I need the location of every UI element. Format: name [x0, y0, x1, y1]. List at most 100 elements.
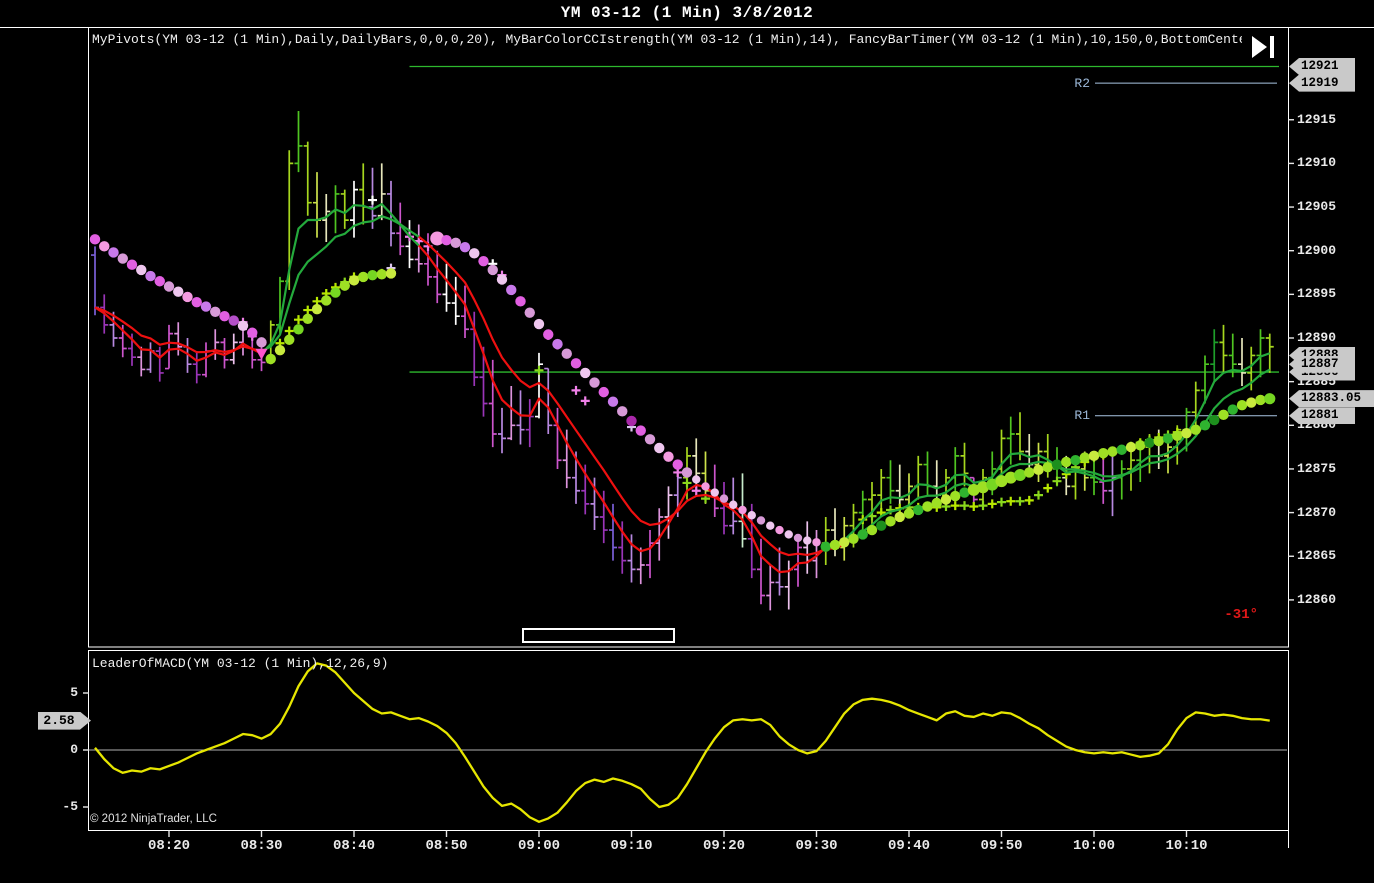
trend-dot [163, 281, 175, 292]
trend-dot [1033, 464, 1044, 476]
ma-line-down [418, 235, 845, 557]
trend-dot [561, 348, 572, 359]
ohlc-bar [1219, 324, 1228, 373]
trend-dot [570, 358, 582, 369]
go-to-last-bar-icon[interactable] [1252, 36, 1276, 58]
trend-dot [108, 247, 119, 258]
trend-dot [376, 269, 387, 280]
ohlc-bar [932, 460, 941, 504]
trend-dot [284, 334, 295, 345]
ohlc-bar [433, 250, 442, 304]
trend-dot [803, 536, 812, 545]
trend-dot [154, 276, 165, 287]
trend-dot [894, 511, 905, 523]
trend-dot [820, 541, 831, 552]
macd-y-axis-label: 5 [70, 685, 78, 700]
trend-dot [793, 533, 803, 543]
ohlc-bar [498, 407, 506, 454]
trend-dot [839, 537, 850, 548]
trend-dot [829, 539, 841, 551]
y-axis-label: 12910 [1297, 155, 1337, 171]
trend-dot [607, 396, 619, 407]
chart-canvas[interactable] [0, 0, 1374, 883]
x-axis-label: 08:40 [332, 838, 375, 854]
trend-dot [210, 306, 221, 318]
trend-dot [848, 533, 859, 544]
y-axis-label: 12915 [1297, 111, 1337, 127]
trend-dot [635, 425, 646, 436]
chart-window: YM 03-12 (1 Min) 3/8/2012 MyPivots(YM 03… [0, 0, 1374, 883]
y-axis-label: 12875 [1297, 460, 1337, 476]
trend-dot [441, 235, 452, 246]
trend-dot [367, 269, 378, 281]
trend-dot [701, 482, 710, 491]
ohlc-bar [895, 464, 904, 509]
trend-dot [1088, 450, 1100, 462]
trend-dot [1153, 435, 1164, 447]
trend-dot [950, 490, 961, 502]
trend-dot [1014, 469, 1026, 482]
y-axis-label: 12900 [1297, 242, 1337, 258]
trend-dot [738, 505, 747, 515]
trend-dot [589, 377, 600, 388]
macd-y-axis-label: 0 [70, 742, 78, 757]
x-axis-label: 09:00 [517, 838, 560, 854]
trend-dot [515, 296, 526, 307]
ohlc-bar [646, 530, 654, 579]
plus-marker [1006, 496, 1016, 506]
trend-dot [672, 459, 683, 470]
trend-dot [182, 291, 193, 303]
ohlc-bar [192, 351, 201, 384]
trend-dot [533, 318, 545, 330]
macd-panel [83, 662, 1287, 823]
plus-marker [987, 499, 997, 509]
trend-dot [1079, 452, 1090, 463]
trend-dot [1042, 462, 1053, 473]
ohlc-bar [821, 516, 830, 565]
bar-angle-readout: -31° [1224, 607, 1258, 623]
y-axis-label: 12860 [1297, 591, 1337, 607]
trend-dot [617, 406, 628, 417]
trend-dot [1135, 440, 1146, 451]
plus-marker [950, 501, 960, 511]
trend-dot [274, 345, 286, 356]
trend-dot [321, 295, 332, 306]
ohlc-bar [914, 455, 923, 500]
trend-dot [775, 525, 784, 535]
x-axis-label: 09:10 [610, 838, 653, 854]
trend-dot [1264, 393, 1276, 405]
trend-dot [729, 500, 738, 509]
plus-marker [580, 396, 590, 406]
trend-dot [330, 287, 341, 298]
y-axis-label: 12870 [1297, 504, 1337, 520]
trend-dot [1246, 397, 1257, 408]
trend-dot [1236, 400, 1248, 411]
y-axis-label: 12890 [1297, 330, 1337, 345]
trend-dot [1218, 409, 1229, 421]
trend-dot [654, 442, 665, 454]
main-indicator-label: MyPivots(YM 03-12 (1 Min),Daily,DailyBar… [92, 32, 1242, 47]
cci-plus-markers [238, 195, 1182, 525]
trend-dot [913, 504, 924, 516]
ohlc-bar [1164, 438, 1172, 474]
trend-dot [580, 367, 591, 379]
x-axis-label: 09:40 [887, 838, 930, 854]
trend-dot [710, 488, 719, 497]
trend-dot [450, 237, 461, 249]
macd-value-badge: 2.58 [38, 711, 91, 730]
trend-dot [866, 524, 878, 536]
trend-dot [940, 494, 952, 505]
ohlc-bar [553, 407, 562, 469]
plus-marker [284, 326, 294, 336]
play-triangle-icon [1252, 36, 1267, 58]
ohlc-bar [202, 342, 210, 378]
trend-dot [302, 313, 313, 324]
trend-dot [812, 538, 821, 547]
x-axis-label: 09:30 [795, 838, 838, 854]
ohlc-bar [1210, 329, 1219, 382]
ohlc-bar [1108, 455, 1117, 517]
price-badge: 12881 [1289, 407, 1355, 425]
ohlc-bar [664, 486, 673, 539]
plus-marker [1034, 490, 1043, 500]
trend-dot [1098, 448, 1109, 459]
